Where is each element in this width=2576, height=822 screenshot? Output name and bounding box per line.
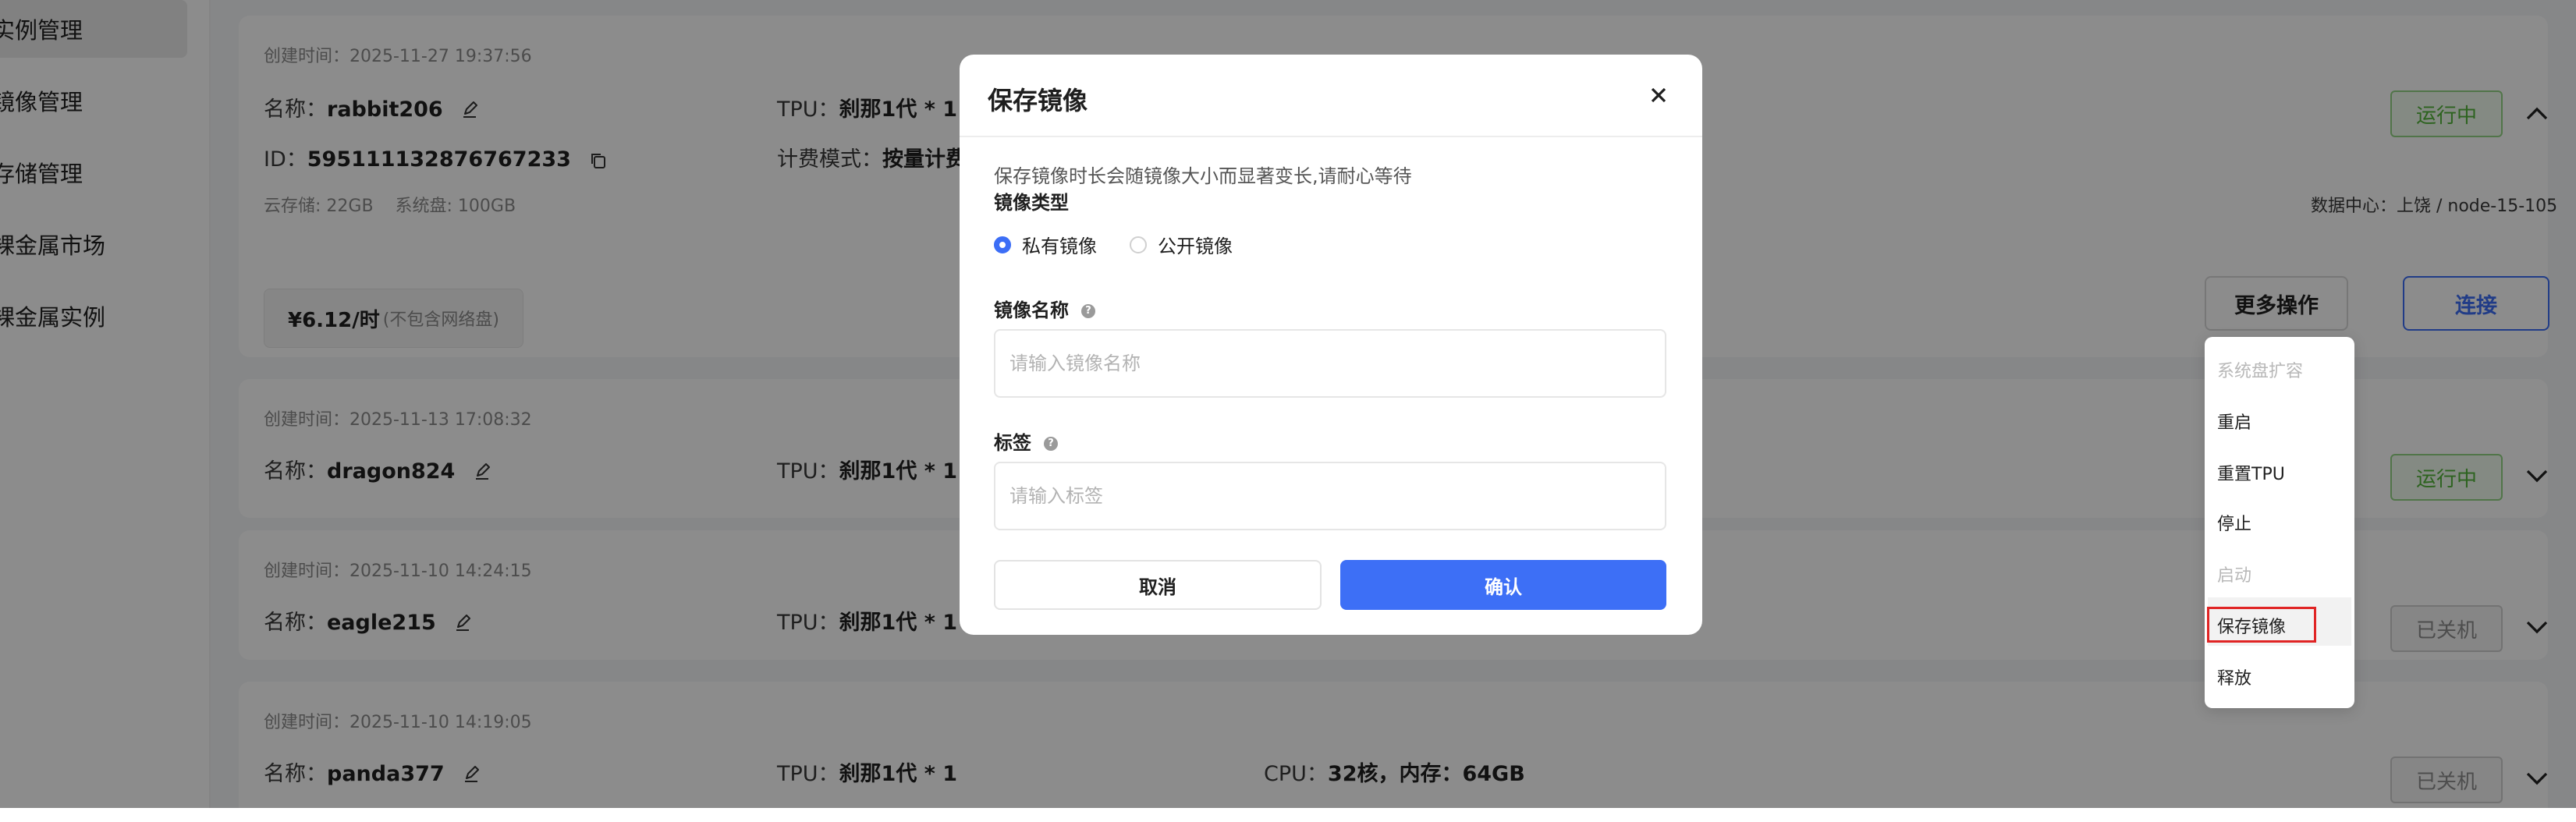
tag-input[interactable] bbox=[994, 462, 1666, 530]
more-actions-menu: 系统盘扩容 重启 重置TPU 停止 启动 保存镜像 释放 bbox=[2205, 337, 2354, 708]
help-icon[interactable]: ? bbox=[1081, 304, 1095, 318]
save-image-dialog: 保存镜像 保存镜像时长会随镜像大小而显著变长,请耐心等待 镜像类型 私有镜像 公… bbox=[960, 55, 1702, 635]
dialog-title: 保存镜像 bbox=[988, 86, 1088, 115]
tag-label: 标签 bbox=[994, 432, 1031, 454]
radio-label: 公开镜像 bbox=[1158, 236, 1233, 257]
menu-item-release[interactable]: 释放 bbox=[2217, 664, 2251, 689]
highlight-box bbox=[2207, 607, 2316, 643]
image-name-label-row: 镜像名称? bbox=[994, 295, 1095, 322]
dialog-divider bbox=[960, 136, 1702, 137]
tag-label-row: 标签? bbox=[994, 427, 1058, 455]
radio-unchecked-icon bbox=[1130, 236, 1147, 253]
radio-public-image[interactable]: 公开镜像 bbox=[1130, 231, 1233, 258]
image-name-label: 镜像名称 bbox=[994, 299, 1069, 321]
cancel-button[interactable]: 取消 bbox=[994, 560, 1322, 610]
menu-item-reset-tpu[interactable]: 重置TPU bbox=[2217, 460, 2285, 485]
menu-item-restart[interactable]: 重启 bbox=[2217, 409, 2251, 434]
confirm-button[interactable]: 确认 bbox=[1340, 560, 1666, 610]
help-icon[interactable]: ? bbox=[1044, 437, 1058, 451]
radio-checked-icon bbox=[994, 236, 1011, 253]
dialog-tip: 保存镜像时长会随镜像大小而显著变长,请耐心等待 bbox=[994, 165, 1412, 187]
menu-item-expand-disk: 系统盘扩容 bbox=[2217, 362, 2304, 381]
radio-label: 私有镜像 bbox=[1022, 236, 1097, 257]
menu-item-stop[interactable]: 停止 bbox=[2217, 510, 2251, 535]
radio-private-image[interactable]: 私有镜像 bbox=[994, 231, 1097, 258]
image-name-input[interactable] bbox=[994, 329, 1666, 398]
image-type-label: 镜像类型 bbox=[994, 192, 1069, 214]
close-icon[interactable] bbox=[1646, 83, 1671, 108]
menu-item-start: 启动 bbox=[2217, 566, 2252, 586]
